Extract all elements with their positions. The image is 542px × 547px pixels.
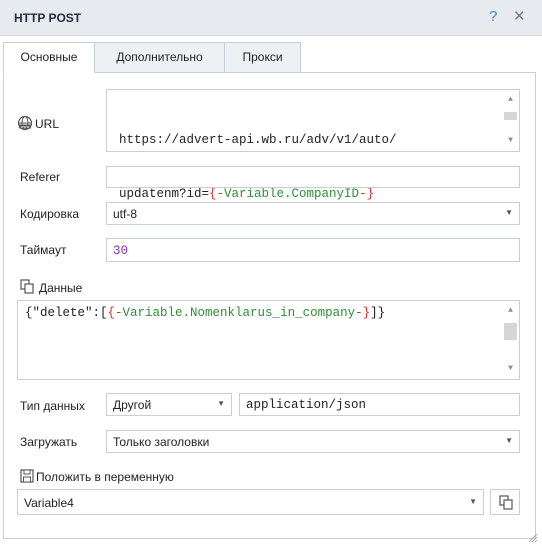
title-bar: HTTP POST ? ✕ <box>0 0 542 36</box>
encoding-select[interactable]: utf-8 ▼ <box>106 202 520 225</box>
help-icon[interactable]: ? <box>489 8 497 26</box>
copy-icon <box>20 279 34 294</box>
scroll-down-arrow-icon[interactable]: ▼ <box>502 133 519 149</box>
tab-proxy[interactable]: Прокси <box>224 42 301 73</box>
data-type-value: Другой <box>113 398 152 412</box>
save-icon <box>20 469 34 483</box>
tab-advanced[interactable]: Дополнительно <box>94 42 225 73</box>
timeout-value: 30 <box>113 244 129 258</box>
url-line-1: https://advert-api.wb.ru/adv/v1/auto/ <box>119 133 397 147</box>
chevron-down-icon: ▼ <box>505 436 513 445</box>
referer-label: Referer <box>20 170 61 184</box>
copy-variable-button[interactable] <box>490 489 520 515</box>
load-value: Только заголовки <box>113 435 210 449</box>
load-select[interactable]: Только заголовки ▼ <box>106 430 520 453</box>
svg-text:www: www <box>21 125 30 129</box>
variable-select[interactable]: Variable4 ▼ <box>17 489 484 515</box>
content-type-value: application/json <box>246 398 367 412</box>
scroll-down-arrow-icon[interactable]: ▼ <box>502 361 519 377</box>
scroll-up-arrow-icon[interactable]: ▲ <box>502 303 519 319</box>
scroll-up-arrow-icon[interactable]: ▲ <box>502 92 519 108</box>
data-label: Данные <box>39 281 83 295</box>
url-scrollbar[interactable]: ▲ ▼ <box>502 90 519 151</box>
data-type-select[interactable]: Другой ▼ <box>106 393 232 416</box>
close-icon[interactable]: ✕ <box>513 8 526 26</box>
data-input[interactable]: {"delete":[{-Variable.Nomenklarus_in_com… <box>17 300 520 380</box>
globe-icon: www <box>17 115 33 131</box>
chevron-down-icon: ▼ <box>217 399 225 408</box>
url-input[interactable]: https://advert-api.wb.ru/adv/v1/auto/ up… <box>106 89 520 201</box>
data-scrollbar[interactable]: ▲ ▼ <box>502 301 519 379</box>
window-title: HTTP POST <box>14 11 82 25</box>
chevron-down-icon: ▼ <box>469 497 477 506</box>
referer-input[interactable] <box>106 166 520 188</box>
data-type-label: Тип данных <box>20 399 85 413</box>
load-label: Загружать <box>20 435 78 449</box>
content-type-input[interactable]: application/json <box>239 393 520 416</box>
timeout-label: Таймаут <box>20 243 67 257</box>
scroll-thumb[interactable] <box>504 323 517 340</box>
encoding-label: Кодировка <box>20 207 80 221</box>
encoding-value: utf-8 <box>113 207 138 221</box>
tab-main[interactable]: Основные <box>3 42 95 73</box>
timeout-input[interactable]: 30 <box>106 238 520 262</box>
variable-value: Variable4 <box>24 496 74 510</box>
url-label: URL <box>35 117 60 131</box>
save-to-label: Положить в переменную <box>36 470 174 484</box>
chevron-down-icon: ▼ <box>505 208 513 217</box>
resize-grip-icon[interactable] <box>526 531 538 543</box>
data-content: {"delete":[{-Variable.Nomenklarus_in_com… <box>25 306 386 320</box>
scroll-thumb[interactable] <box>504 112 517 120</box>
copy-icon <box>499 495 513 510</box>
